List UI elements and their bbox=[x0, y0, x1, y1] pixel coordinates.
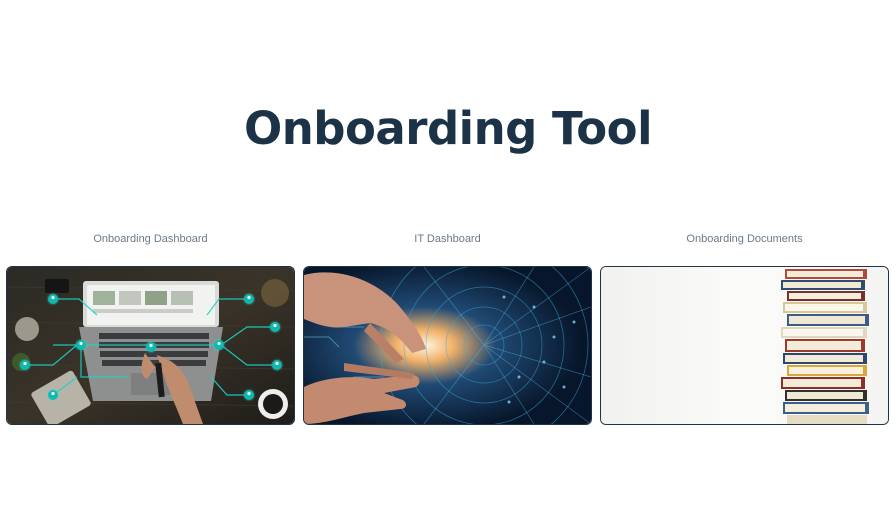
book-stack-illustration bbox=[601, 267, 888, 424]
card-label: Onboarding Documents bbox=[686, 233, 803, 245]
book-stack bbox=[781, 269, 869, 424]
card-onboarding-documents[interactable]: Onboarding Documents bbox=[600, 233, 889, 425]
digital-hands-image[interactable] bbox=[303, 266, 592, 425]
card-label: IT Dashboard bbox=[414, 233, 481, 245]
laptop-network-illustration bbox=[7, 267, 294, 424]
card-label: Onboarding Dashboard bbox=[93, 233, 208, 245]
page-title: Onboarding Tool bbox=[243, 102, 653, 155]
page: Onboarding Tool Onboarding Dashboard IT … bbox=[0, 0, 896, 524]
laptop-network-image[interactable] bbox=[6, 266, 295, 425]
card-onboarding-dashboard[interactable]: Onboarding Dashboard bbox=[6, 233, 295, 425]
book-stack-image[interactable] bbox=[600, 266, 889, 425]
card-it-dashboard[interactable]: IT Dashboard bbox=[303, 233, 592, 425]
digital-hands-illustration bbox=[304, 267, 591, 424]
